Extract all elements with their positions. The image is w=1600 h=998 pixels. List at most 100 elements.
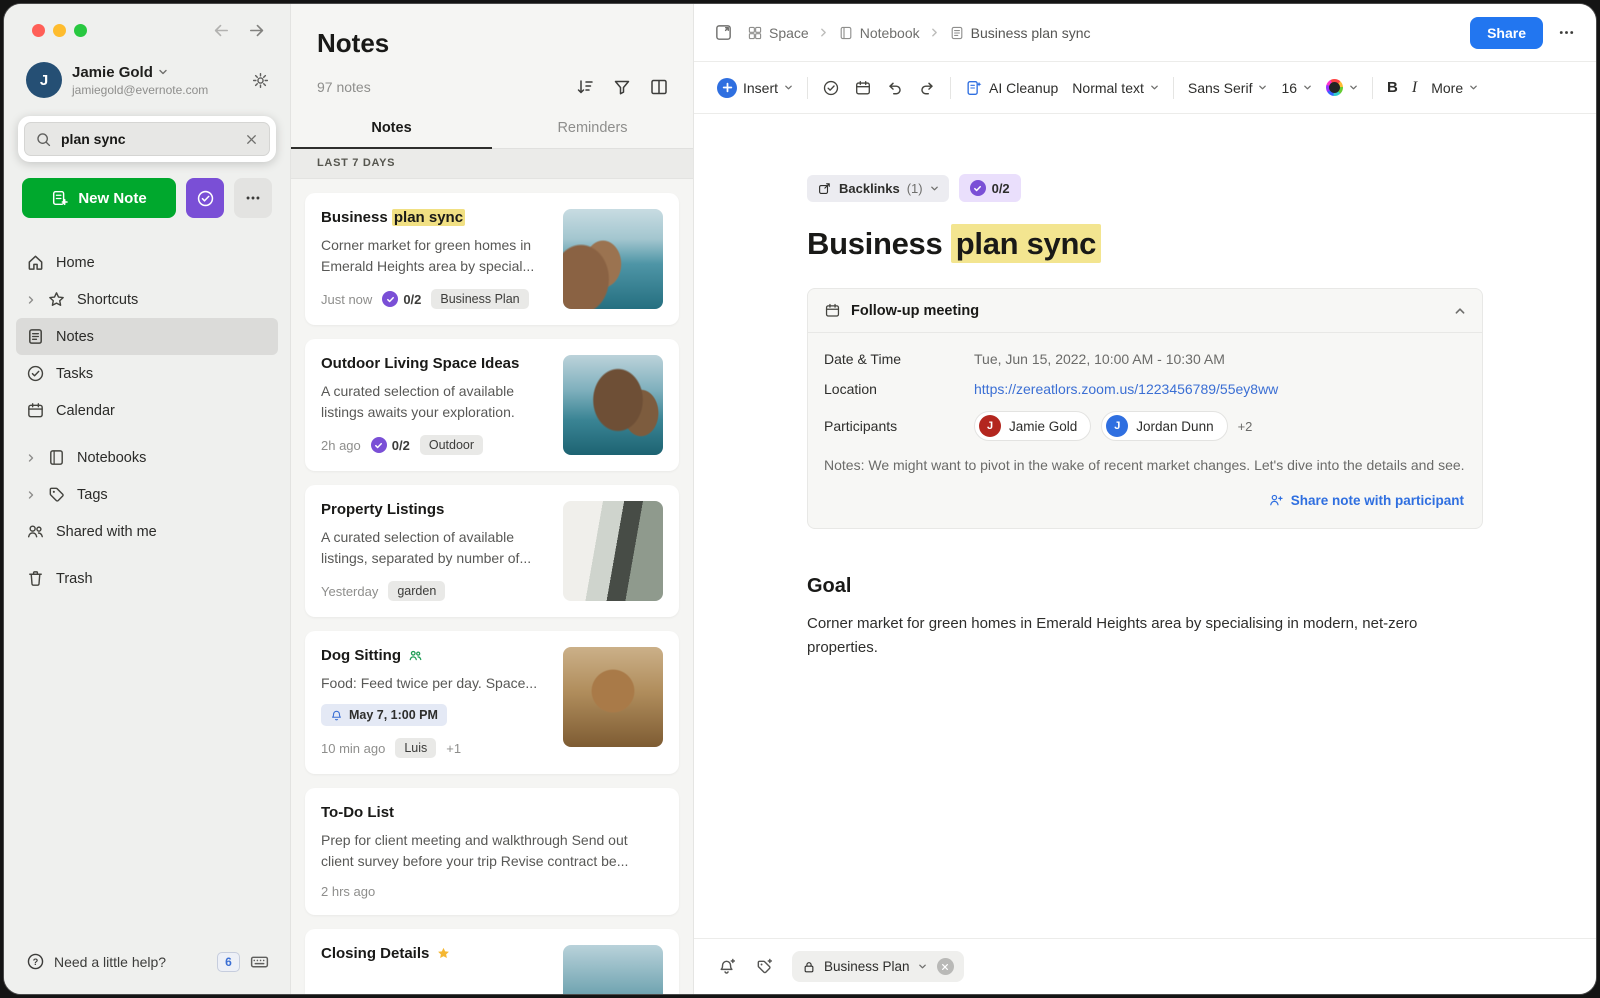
note-more-button[interactable] [1557,23,1576,42]
notes-count: 97 notes [317,79,371,95]
breadcrumb-note[interactable]: Business plan sync [949,25,1091,41]
note-card-time: Just now [321,292,372,307]
remove-tag-button[interactable] [937,958,954,975]
font-color-picker[interactable] [1319,73,1365,102]
zoom-window-button[interactable] [74,24,87,37]
note-card-closing-details[interactable]: Closing Details [305,929,679,994]
sidebar-item-calendar[interactable]: Calendar [16,392,278,429]
filter-button[interactable] [612,77,632,97]
backlinks-count: (1) [907,181,923,196]
check-circle-icon [196,189,215,208]
meeting-card-header[interactable]: Follow-up meeting [808,289,1482,333]
add-tag-button[interactable] [755,957,774,976]
tab-notes[interactable]: Notes [291,110,492,148]
sidebar-item-notebooks[interactable]: Notebooks [16,439,278,476]
note-card-outdoor-living[interactable]: Outdoor Living Space Ideas A curated sel… [305,339,679,471]
note-card-time: 2h ago [321,438,361,453]
bell-icon [330,709,343,722]
chevron-down-icon [158,67,168,77]
help-row: ? Need a little help? 6 [4,935,290,994]
more-actions-button[interactable] [234,178,272,218]
font-size-dropdown[interactable]: 16 [1274,74,1319,102]
sidebar-item-label: Notebooks [77,450,146,466]
chevron-down-icon [930,184,939,193]
history-back-button[interactable] [212,21,231,40]
paragraph-style-dropdown[interactable]: Normal text [1065,74,1166,102]
note-card-business-plan-sync[interactable]: Business plan sync Corner market for gre… [305,193,679,325]
breadcrumb-separator [929,27,940,38]
insert-calendar-button[interactable] [847,73,879,103]
italic-button[interactable]: I [1405,73,1424,103]
meeting-location-link[interactable]: https://zereatlors.zoom.us/1223456789/55… [974,381,1278,397]
chevron-right-icon[interactable] [26,453,36,463]
participant-chip[interactable]: J Jordan Dunn [1101,411,1227,441]
minimize-window-button[interactable] [53,24,66,37]
insert-menu[interactable]: Insert [710,72,800,104]
more-formatting-dropdown[interactable]: More [1424,74,1485,102]
share-with-participant-link[interactable]: Share note with participant [1268,492,1464,508]
sidebar-item-shared-with-me[interactable]: Shared with me [16,513,278,550]
goal-heading[interactable]: Goal [807,575,1483,598]
search-input[interactable]: plan sync [24,122,270,156]
note-card-snippet: A curated selection of available listing… [321,527,547,569]
font-family-dropdown[interactable]: Sans Serif [1181,74,1275,102]
account-menu[interactable]: Jamie Gold [72,64,208,81]
note-card-property-listings[interactable]: Property Listings A curated selection of… [305,485,679,617]
meeting-date-label: Date & Time [824,351,974,367]
redo-button[interactable] [911,73,943,103]
notebook-tag-chip[interactable]: Business Plan [792,951,964,982]
sidebar-item-trash[interactable]: Trash [16,560,278,597]
sidebar-item-label: Home [56,255,95,271]
note-icon [26,327,45,346]
goal-paragraph[interactable]: Corner market for green homes in Emerald… [807,612,1459,660]
breadcrumb-notebook[interactable]: Notebook [838,25,920,41]
chevron-right-icon[interactable] [26,295,36,305]
new-note-button[interactable]: New Note [22,178,176,218]
sidebar-item-shortcuts[interactable]: Shortcuts [16,281,278,318]
sidebar-item-tags[interactable]: Tags [16,476,278,513]
participants-list: J Jamie Gold J Jordan Dunn +2 [974,411,1252,441]
user-email: jamiegold@evernote.com [72,83,208,97]
ai-cleanup-button[interactable]: AI Cleanup [958,73,1065,103]
meeting-card-body: Date & Time Tue, Jun 15, 2022, 10:00 AM … [808,333,1482,528]
note-badges: Backlinks (1) 0/2 [807,174,1483,202]
task-progress-pill[interactable]: 0/2 [959,174,1021,202]
participant-chip[interactable]: J Jamie Gold [974,411,1091,441]
close-window-button[interactable] [32,24,45,37]
tab-reminders[interactable]: Reminders [492,110,693,148]
settings-button[interactable] [251,71,270,90]
undo-button[interactable] [879,73,911,103]
sidebar-item-notes[interactable]: Notes [16,318,278,355]
account-meta: Jamie Gold jamiegold@evernote.com [72,64,208,97]
share-button[interactable]: Share [1470,17,1543,49]
avatar[interactable]: J [26,62,62,98]
add-reminder-button[interactable] [718,957,737,976]
new-task-button[interactable] [186,178,224,218]
note-tag: Business Plan [431,289,528,309]
sidebar-item-home[interactable]: Home [16,244,278,281]
note-card-todo-list[interactable]: To-Do List Prep for client meeting and w… [305,788,679,915]
keyboard-icon[interactable] [249,951,270,972]
breadcrumb-space[interactable]: Space [747,25,809,41]
bold-button[interactable]: B [1380,73,1405,102]
toolbar-divider [1173,77,1174,99]
chevron-right-icon[interactable] [26,490,36,500]
task-progress: 0/2 [382,291,421,307]
help-label[interactable]: Need a little help? [54,954,166,970]
expand-note-button[interactable] [714,23,733,42]
insert-task-button[interactable] [815,73,847,103]
history-forward-button[interactable] [247,21,266,40]
note-title[interactable]: Business plan sync [807,226,1483,262]
sort-icon [575,77,595,97]
note-card-dog-sitting[interactable]: Dog Sitting Food: Feed twice per day. Sp… [305,631,679,774]
note-list-panel: Notes 97 notes Notes Reminders [291,4,694,994]
view-options-button[interactable] [649,77,669,97]
backlinks-pill[interactable]: Backlinks (1) [807,175,949,202]
collapse-chevron-icon[interactable] [1454,305,1466,317]
search-clear-button[interactable] [244,132,259,147]
sidebar-item-tasks[interactable]: Tasks [16,355,278,392]
question-circle-icon[interactable]: ? [26,952,45,971]
home-icon [26,253,45,272]
editor-header: Space Notebook Business plan sync Share [694,4,1596,62]
sort-button[interactable] [575,77,595,97]
